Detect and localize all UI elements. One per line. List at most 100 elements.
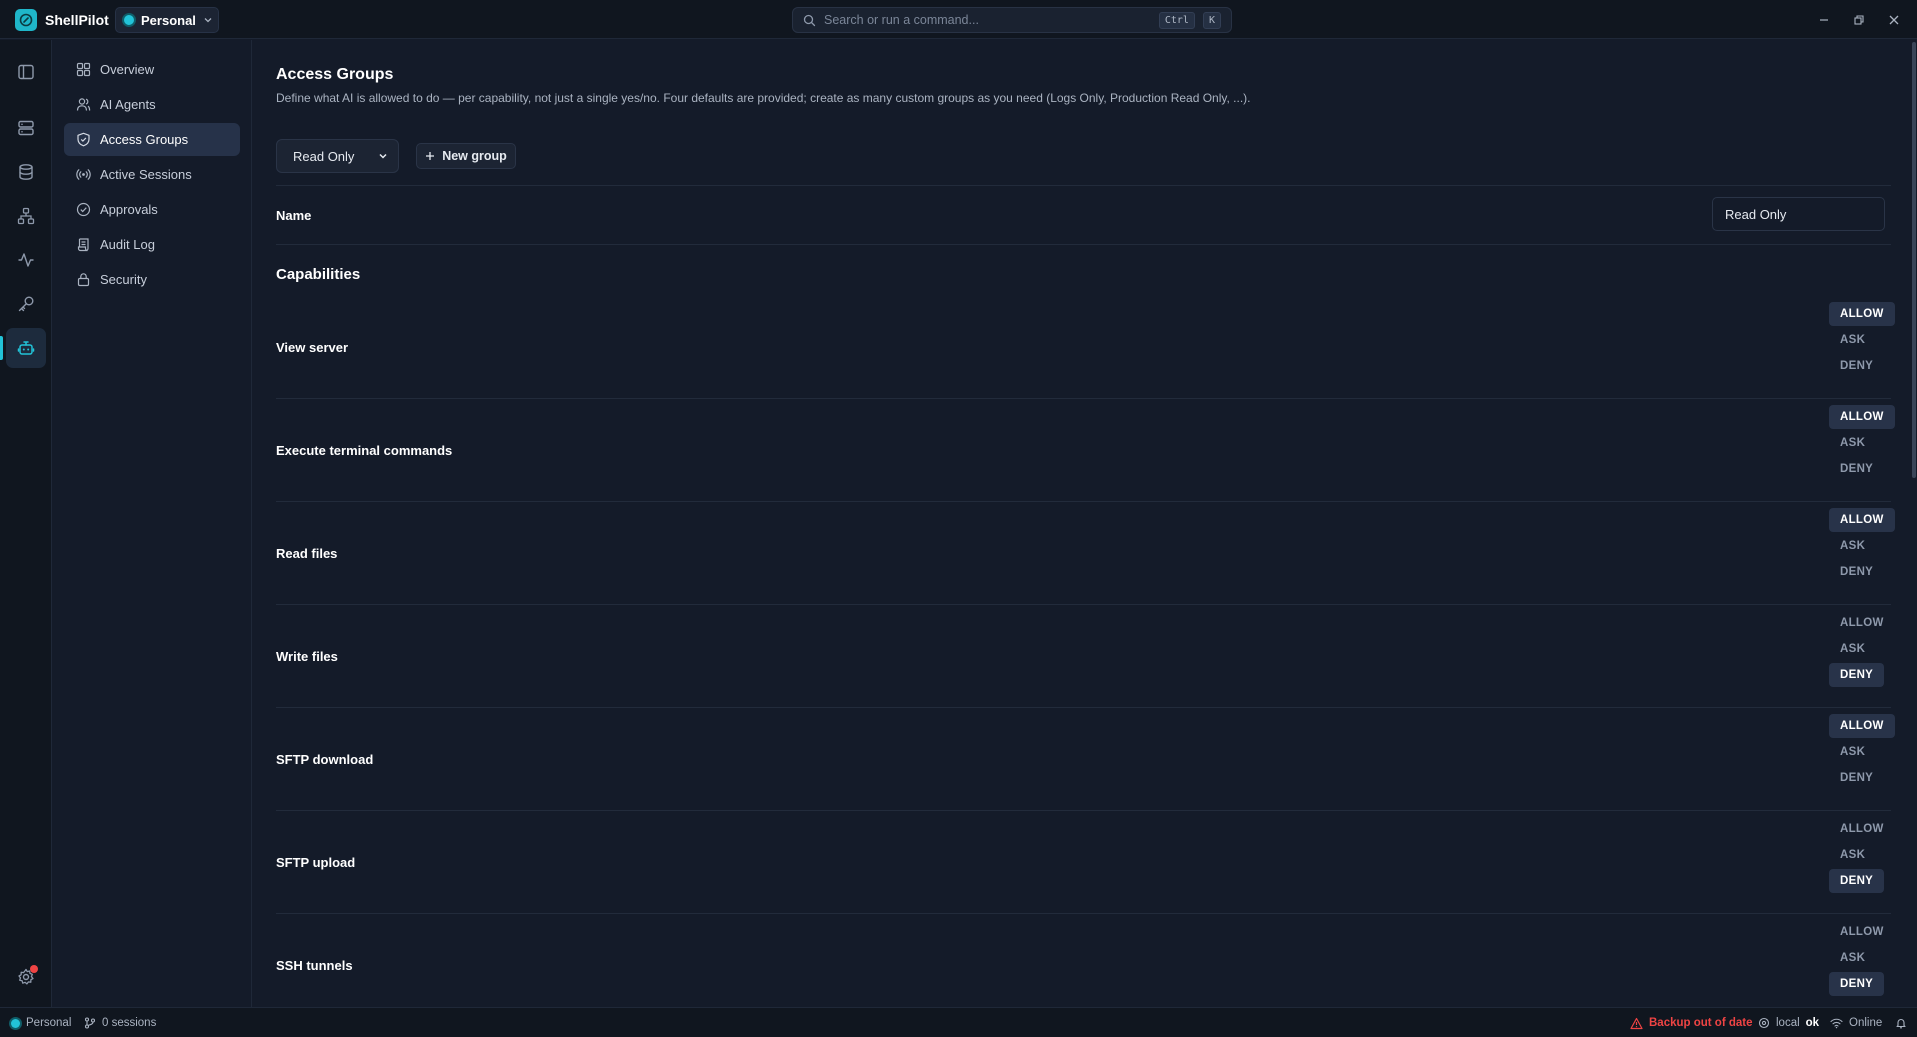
capability-option-deny[interactable]: DENY [1829, 354, 1884, 378]
capability-option-deny[interactable]: DENY [1829, 457, 1884, 481]
notifications-button[interactable] [1895, 1008, 1907, 1037]
status-backup-warning[interactable]: Backup out of date [1630, 1008, 1753, 1037]
title-bar: ShellPilot Personal Ctrl K [0, 0, 1917, 39]
workspace-switcher[interactable]: Personal [115, 7, 219, 33]
servers-button[interactable] [6, 108, 46, 148]
nav-item-audit-log[interactable]: Audit Log [64, 228, 240, 261]
key-icon [18, 296, 34, 312]
page-title: Access Groups [276, 66, 394, 83]
capability-row: SFTP upload ALLOW ASK DENY [276, 811, 1891, 914]
capability-label: Read files [276, 546, 338, 561]
page-description: Define what AI is allowed to do — per ca… [276, 91, 1251, 105]
capability-label: SFTP download [276, 752, 374, 767]
panel-toggle-button[interactable] [6, 52, 46, 92]
nav-item-ai-agents[interactable]: AI Agents [64, 88, 240, 121]
capability-label: View server [276, 340, 349, 355]
capability-option-allow[interactable]: ALLOW [1829, 508, 1895, 532]
nav-item-active-sessions[interactable]: Active Sessions [64, 158, 240, 191]
search-icon [803, 14, 816, 27]
users-icon [76, 98, 91, 111]
database-button[interactable] [6, 152, 46, 192]
access-group-select-value: Read Only [293, 148, 355, 164]
capability-label: Execute terminal commands [276, 443, 453, 458]
settings-button[interactable] [6, 957, 46, 997]
capability-option-allow[interactable]: ALLOW [1829, 714, 1895, 738]
nav-item-access-groups[interactable]: Access Groups [64, 123, 240, 156]
capability-option-deny[interactable]: DENY [1829, 766, 1884, 790]
command-search[interactable]: Ctrl K [792, 7, 1232, 33]
keys-button[interactable] [6, 284, 46, 324]
ai-button[interactable] [0, 328, 46, 368]
capability-option-ask[interactable]: ASK [1829, 740, 1876, 764]
capability-option-ask[interactable]: ASK [1829, 946, 1876, 970]
capability-option-ask[interactable]: ASK [1829, 534, 1876, 558]
nav-item-approvals[interactable]: Approvals [64, 193, 240, 226]
minimize-icon [1820, 19, 1828, 21]
workspace-status-dot [11, 1018, 20, 1028]
close-button[interactable] [1882, 8, 1906, 32]
scroll-icon [77, 238, 89, 252]
status-local-state: ok [1805, 1017, 1820, 1029]
group-name-input[interactable] [1712, 197, 1885, 231]
status-local[interactable]: local ok [1758, 1008, 1819, 1037]
status-sessions-label: 0 sessions [102, 1017, 157, 1029]
nav-item-security[interactable]: Security [64, 263, 240, 296]
capability-option-ask[interactable]: ASK [1829, 431, 1876, 455]
notification-dot [30, 965, 38, 973]
bell-icon [1896, 1019, 1906, 1029]
capability-option-deny[interactable]: DENY [1829, 560, 1884, 584]
shortcut-key-k: K [1202, 11, 1221, 29]
capability-option-ask[interactable]: ASK [1829, 843, 1876, 867]
bot-icon [17, 341, 35, 355]
new-group-button[interactable]: New group [416, 143, 516, 169]
branch-icon [84, 1017, 96, 1029]
workspace-status-dot [124, 15, 134, 25]
capability-option-allow[interactable]: ALLOW [1829, 817, 1895, 841]
capability-option-ask[interactable]: ASK [1829, 637, 1876, 661]
capability-row: Write files ALLOW ASK DENY [276, 605, 1891, 708]
shield-icon [77, 132, 90, 147]
nav-item-label: Approvals [100, 202, 158, 217]
capability-option-allow[interactable]: ALLOW [1829, 920, 1895, 944]
check-circle-icon [76, 202, 91, 217]
capability-row: View server ALLOW ASK DENY [276, 296, 1895, 399]
status-workspace[interactable]: Personal [11, 1008, 71, 1037]
capabilities-heading: Capabilities [276, 266, 361, 283]
servers-icon [18, 120, 34, 136]
capability-label: Write files [276, 649, 338, 664]
ai-settings-nav: Overview AI Agents Access Groups Active … [52, 40, 252, 1007]
backup-warning-label: Backup out of date [1649, 1017, 1753, 1029]
status-connection-label: Online [1849, 1017, 1883, 1029]
close-icon [1889, 15, 1899, 25]
divider [276, 244, 1891, 245]
database-icon [19, 164, 33, 180]
command-search-input[interactable] [824, 13, 1151, 27]
minimize-button[interactable] [1812, 8, 1836, 32]
restore-button[interactable] [1847, 8, 1871, 32]
nav-item-label: AI Agents [100, 97, 156, 112]
icon-rail [0, 40, 52, 1007]
access-group-select[interactable]: Read Only [276, 139, 399, 173]
capability-option-deny[interactable]: DENY [1829, 972, 1885, 996]
network-icon [17, 207, 35, 225]
warning-icon [1630, 1017, 1643, 1029]
nav-item-label: Overview [100, 62, 155, 77]
capability-option-deny[interactable]: DENY [1829, 663, 1885, 687]
capability-option-deny[interactable]: DENY [1829, 869, 1885, 893]
capability-label: SFTP upload [276, 855, 356, 870]
activity-button[interactable] [6, 240, 46, 280]
status-sessions[interactable]: 0 sessions [84, 1008, 156, 1037]
capability-row: Read files ALLOW ASK DENY [276, 502, 1895, 605]
new-group-label: New group [442, 149, 507, 163]
workspace-label: Personal [141, 12, 196, 28]
status-connection[interactable]: Online [1830, 1008, 1882, 1037]
capability-option-allow[interactable]: ALLOW [1829, 611, 1895, 635]
capability-option-ask[interactable]: ASK [1829, 328, 1876, 352]
scrollbar[interactable] [1912, 42, 1916, 478]
wifi-icon [1830, 1018, 1843, 1029]
capability-option-allow[interactable]: ALLOW [1829, 302, 1895, 326]
capability-option-allow[interactable]: ALLOW [1829, 405, 1895, 429]
grid-icon [76, 62, 91, 77]
nav-item-overview[interactable]: Overview [64, 53, 240, 86]
network-button[interactable] [6, 196, 46, 236]
